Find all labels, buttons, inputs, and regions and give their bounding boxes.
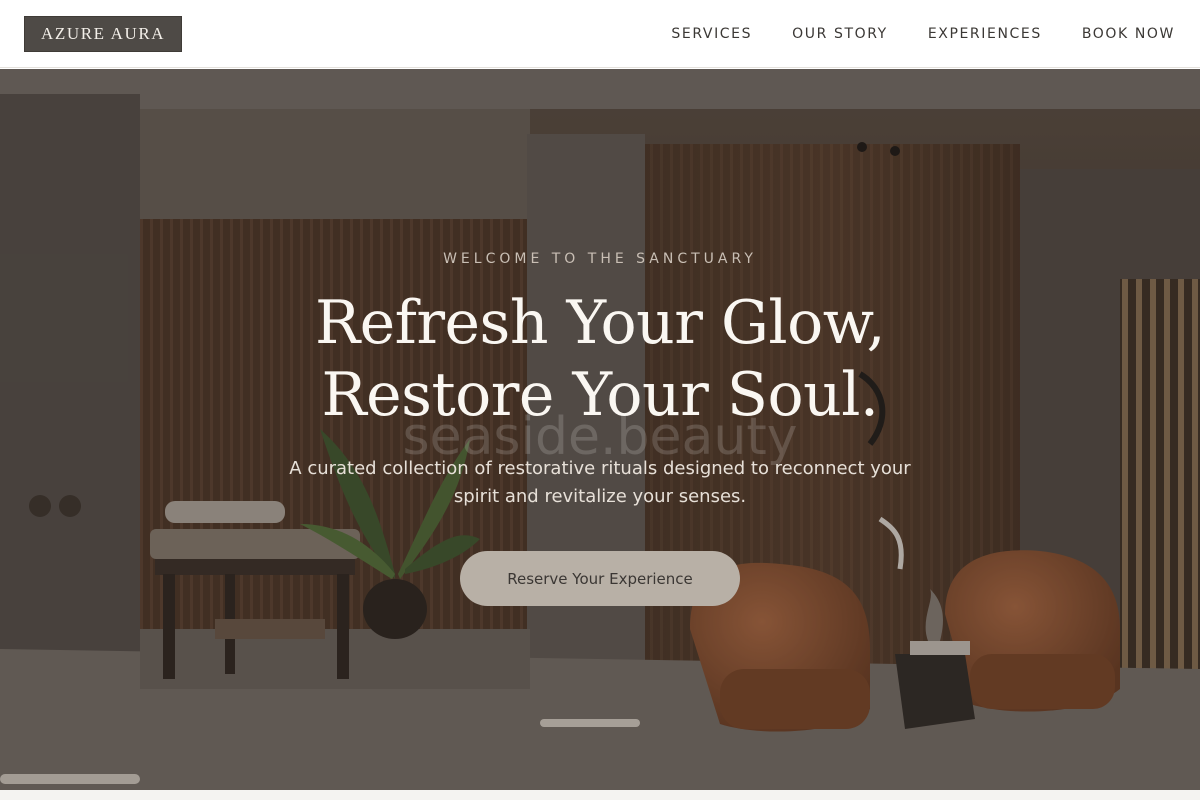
nav-link-book-now[interactable]: BOOK NOW xyxy=(1082,26,1175,42)
main-nav: SERVICES OUR STORY EXPERIENCES BOOK NOW xyxy=(671,26,1176,42)
hero-section: WELCOME TO THE SANCTUARY Refresh Your Gl… xyxy=(0,69,1200,790)
hero-headline-line-1: Refresh Your Glow, xyxy=(314,288,886,358)
nav-link-services[interactable]: SERVICES xyxy=(671,26,752,42)
nav-link-experiences[interactable]: EXPERIENCES xyxy=(928,26,1042,42)
reserve-experience-button[interactable]: Reserve Your Experience xyxy=(460,551,740,606)
hero-content: WELCOME TO THE SANCTUARY Refresh Your Gl… xyxy=(0,69,1200,790)
site-header: AZURE AURA SERVICES OUR STORY EXPERIENCE… xyxy=(0,0,1200,68)
page-bottom-strip xyxy=(0,790,1200,800)
nav-link-our-story[interactable]: OUR STORY xyxy=(792,26,888,42)
hero-subtext: A curated collection of restorative ritu… xyxy=(289,458,911,507)
brand-logo[interactable]: AZURE AURA xyxy=(24,15,183,52)
hero-eyebrow: WELCOME TO THE SANCTUARY xyxy=(443,251,757,267)
